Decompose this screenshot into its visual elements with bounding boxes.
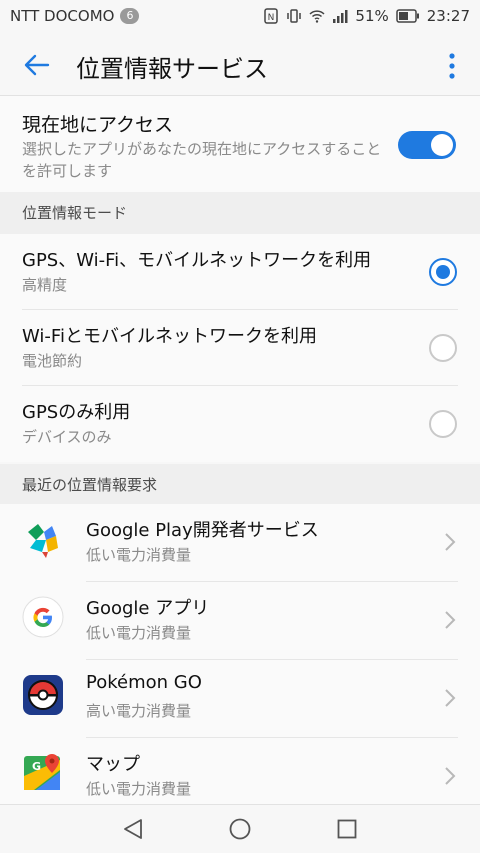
mode-option-subtitle: デバイスのみ [22,428,112,446]
recents-square-icon[interactable] [335,817,359,841]
chevron-right-icon [445,533,456,551]
carrier-name: NTT DOCOMO [10,7,115,25]
location-mode-section-header: 位置情報モード [0,192,480,234]
status-bar-right: N 51% 23:27 [263,7,470,25]
app-name: マップ [86,754,140,775]
status-bar-left: NTT DOCOMO 6 [10,7,140,25]
app-name: Pokémon GO [86,672,202,693]
app-name: Google Play開発者サービス [86,520,319,541]
navigation-bar [0,804,480,853]
pokeball-icon [23,675,63,715]
location-access-toggle[interactable] [398,131,456,159]
battery-icon [396,9,419,23]
toggle-knob [431,134,453,156]
mode-option-title: GPSのみ利用 [22,402,131,423]
clock: 23:27 [426,7,470,25]
wifi-icon [309,10,325,23]
mode-option-device-only[interactable]: GPSのみ利用 デバイスのみ [0,386,480,462]
recent-app-row[interactable]: Pokémon GO 高い電力消費量 [0,660,480,738]
app-bar: 位置情報サービス [0,34,480,96]
mode-option-subtitle: 高精度 [22,276,68,294]
app-power-usage: 低い電力消費量 [86,624,192,642]
radio-unselected[interactable] [429,334,457,362]
vibrate-icon [287,9,302,23]
radio-selected[interactable] [429,258,457,286]
recent-app-row[interactable]: Google アプリ 低い電力消費量 [0,582,480,660]
home-circle-icon[interactable] [228,817,252,841]
radio-unselected[interactable] [429,410,457,438]
mode-option-high-accuracy[interactable]: GPS、Wi-Fi、モバイルネットワークを利用 高精度 [0,234,480,310]
app-power-usage: 低い電力消費量 [86,780,192,798]
signal-icon [333,10,348,23]
mode-option-title: GPS、Wi-Fi、モバイルネットワークを利用 [22,250,372,271]
svg-text:N: N [268,13,275,23]
recent-requests-section-header: 最近の位置情報要求 [0,464,480,506]
arrow-left-icon[interactable] [22,50,52,80]
svg-text:G: G [32,760,41,773]
recent-app-row[interactable]: G マップ 低い電力消費量 [0,738,480,804]
notification-badge: 6 [120,8,140,24]
app-power-usage: 高い電力消費量 [86,702,192,720]
location-access-subtitle: 選択したアプリがあなたの現在地にアクセスすることを許可します [22,140,382,180]
chevron-right-icon [445,611,456,629]
location-access-title: 現在地にアクセス [22,114,174,136]
google-g-icon [22,596,64,638]
app-name: Google アプリ [86,598,210,619]
chevron-right-icon [445,767,456,785]
nfc-icon: N [264,8,279,24]
battery-percent: 51% [355,7,389,25]
chevron-right-icon [445,689,456,707]
mode-option-title: Wi-Fiとモバイルネットワークを利用 [22,326,317,347]
back-triangle-icon[interactable] [121,817,145,841]
status-bar: NTT DOCOMO 6 N 51% 23:27 [0,0,480,34]
google-play-services-icon [28,524,58,558]
mode-option-subtitle: 電池節約 [22,352,83,370]
app-power-usage: 低い電力消費量 [86,546,192,564]
more-vert-icon[interactable] [448,52,456,80]
page-title: 位置情報サービス [76,55,268,83]
mode-option-battery-saving[interactable]: Wi-Fiとモバイルネットワークを利用 電池節約 [0,310,480,386]
recent-app-row[interactable]: Google Play開発者サービス 低い電力消費量 [0,504,480,582]
google-maps-icon: G [24,754,60,790]
